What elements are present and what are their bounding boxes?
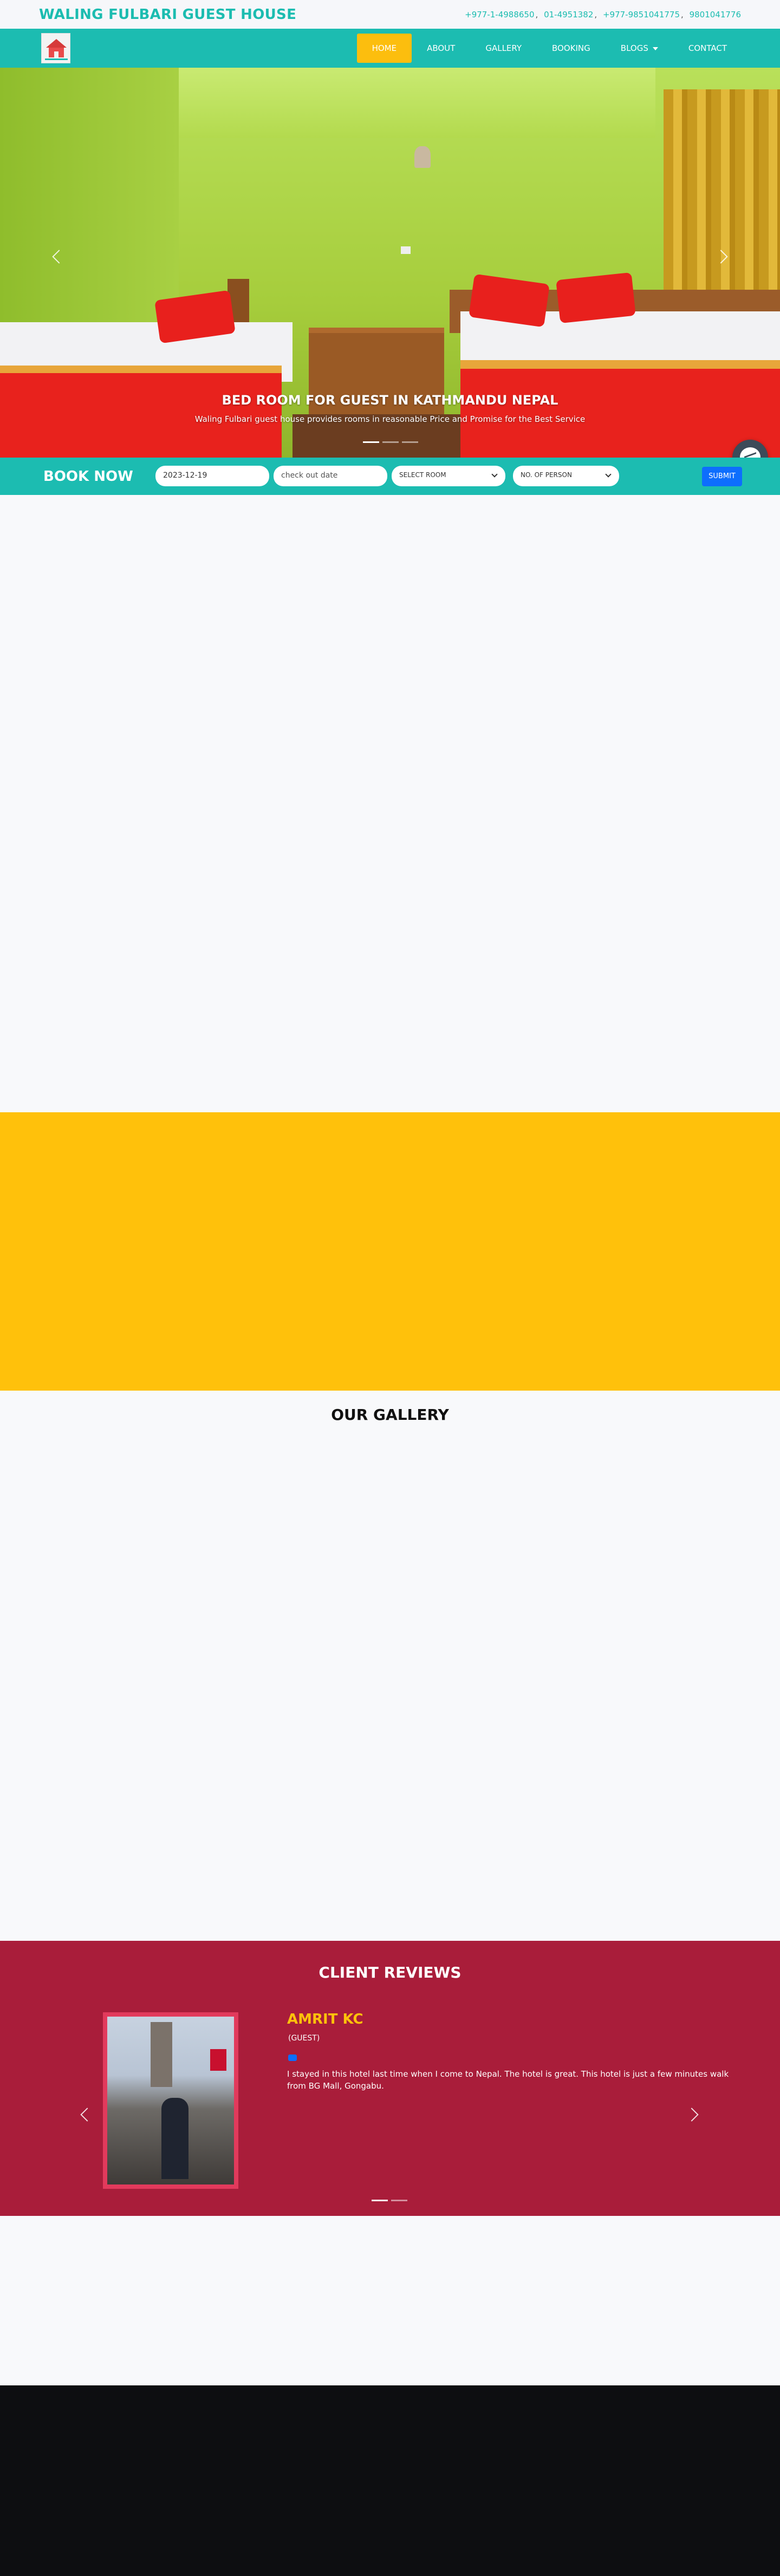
carousel-indicator[interactable]	[363, 441, 379, 443]
phone-link-3[interactable]: +977-9851041775	[603, 10, 680, 19]
quote-icon	[288, 2055, 297, 2061]
nav-item-gallery[interactable]: GALLERY	[470, 34, 537, 63]
chevron-down-icon	[491, 471, 498, 478]
carousel-indicator[interactable]	[382, 441, 399, 443]
hero-carousel: BED ROOM FOR GUEST IN KATHMANDU NEPAL Wa…	[0, 68, 780, 458]
person-select-value: NO. OF PERSON	[521, 471, 572, 479]
carousel-indicator[interactable]	[402, 441, 418, 443]
submit-button[interactable]: SUBMIT	[702, 467, 742, 486]
reviewer-photo	[103, 2012, 238, 2189]
room-select-value: SELECT ROOM	[399, 471, 446, 479]
review-indicator[interactable]	[391, 2200, 407, 2201]
reviewer-name: AMRIT KC	[287, 2011, 363, 2027]
review-prev-icon[interactable]	[80, 2108, 94, 2122]
nav-item-home[interactable]: HOME	[356, 34, 412, 63]
nav-menu: HOME ABOUT GALLERY BOOKING BLOGS CONTACT	[356, 34, 742, 63]
footer	[0, 2385, 780, 2576]
chevron-down-icon	[605, 471, 612, 478]
review-indicators	[372, 2200, 407, 2201]
yellow-section	[0, 1112, 780, 1391]
nav-item-blogs[interactable]: BLOGS	[606, 34, 673, 63]
reviewer-role: (GUEST)	[288, 2034, 320, 2043]
top-bar: WALING FULBARI GUEST HOUSE +977-1-498865…	[0, 0, 780, 29]
reviews-title: CLIENT REVIEWS	[318, 1964, 461, 1981]
nav-item-booking[interactable]: BOOKING	[537, 34, 606, 63]
booking-bar: BOOK NOW 2023-12-19 check out date SELEC…	[0, 458, 780, 495]
nav-item-about[interactable]: ABOUT	[412, 34, 470, 63]
carousel-indicators	[363, 441, 418, 443]
book-now-title: BOOK NOW	[43, 468, 133, 485]
room-select[interactable]: SELECT ROOM	[392, 466, 505, 486]
review-next-icon[interactable]	[685, 2108, 699, 2122]
hero-title: BED ROOM FOR GUEST IN KATHMANDU NEPAL	[222, 393, 558, 408]
nav-item-blogs-label: BLOGS	[620, 43, 648, 53]
nav-item-contact[interactable]: CONTACT	[673, 34, 742, 63]
phone-link-2[interactable]: 01-4951382	[544, 10, 593, 19]
chevron-down-icon	[652, 47, 658, 50]
site-logo[interactable]	[41, 33, 70, 63]
checkout-date-input[interactable]: check out date	[274, 466, 387, 486]
review-indicator[interactable]	[372, 2200, 388, 2201]
phone-numbers: +977-1-4988650, 01-4951382, +977-9851041…	[465, 10, 741, 19]
client-reviews-section: CLIENT REVIEWS AMRIT KC (GUEST) I stayed…	[0, 1941, 780, 2216]
site-brand[interactable]: WALING FULBARI GUEST HOUSE	[39, 6, 296, 23]
main-navbar: HOME ABOUT GALLERY BOOKING BLOGS CONTACT	[0, 29, 780, 68]
hero-subtitle: Waling Fulbari guest house provides room…	[194, 414, 586, 424]
gallery-title: OUR GALLERY	[331, 1406, 449, 1424]
person-select[interactable]: NO. OF PERSON	[513, 466, 619, 486]
phone-link-4[interactable]: 9801041776	[690, 10, 741, 19]
phone-link-1[interactable]: +977-1-4988650	[465, 10, 534, 19]
checkin-date-input[interactable]: 2023-12-19	[155, 466, 269, 486]
review-text: I stayed in this hotel last time when I …	[287, 2069, 729, 2091]
